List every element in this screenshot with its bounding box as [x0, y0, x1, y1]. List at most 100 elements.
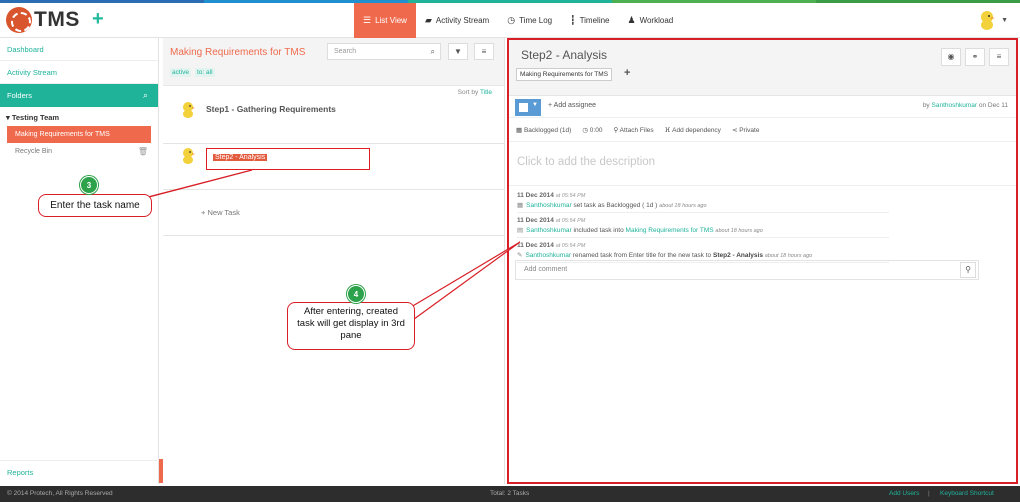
- filter-icon: ▼: [454, 47, 462, 56]
- activity-item: ▦ Santhoshkumar set task as Backlogged ( …: [517, 201, 889, 213]
- step-badge-3: 3: [80, 176, 98, 194]
- filter-to-all[interactable]: to: all: [194, 68, 215, 77]
- link-button[interactable]: ⚭: [965, 48, 985, 66]
- add-button[interactable]: +: [92, 9, 104, 29]
- folder-tag[interactable]: Making Requirements for TMS: [516, 68, 613, 81]
- sort-value[interactable]: Title: [480, 89, 492, 96]
- sidebar-item-activity-stream[interactable]: Activity Stream: [0, 61, 158, 84]
- task-title[interactable]: Step1 - Gathering Requirements: [206, 104, 336, 114]
- private-toggle[interactable]: ⋖ Private: [732, 126, 760, 134]
- plus-icon: +: [548, 102, 553, 109]
- private-label: Private: [739, 126, 760, 134]
- activity-folder-link[interactable]: Making Requirements for TMS: [626, 227, 714, 234]
- sidebar-folder-active[interactable]: Making Requirements for TMS: [7, 126, 151, 143]
- time-text: at 05:54 PM: [555, 218, 586, 224]
- recycle-label: Recycle Bin: [15, 148, 52, 155]
- new-task-row[interactable]: + New Task: [163, 190, 505, 236]
- comment-icon: ▰: [424, 15, 432, 25]
- status-badge[interactable]: ▦ Backlogged (1d): [516, 126, 571, 134]
- task-row[interactable]: Step1 - Gathering Requirements: [163, 96, 505, 144]
- paperclip-icon[interactable]: ⚲: [960, 262, 976, 278]
- dependency-label: Add dependency: [672, 126, 721, 134]
- time-tracker[interactable]: ◷ 0:00: [582, 126, 602, 134]
- task-name-input[interactable]: Step2 - Analysis: [206, 148, 370, 170]
- attach-label: Attach Files: [619, 126, 654, 134]
- user-menu[interactable]: ▼: [976, 9, 1008, 31]
- nav-activity-stream[interactable]: ▰ Activity Stream: [416, 3, 498, 38]
- filter-chips: active to: all: [170, 68, 215, 77]
- rss-button[interactable]: ◉: [941, 48, 961, 66]
- list-icon: ☰: [363, 15, 372, 25]
- add-users-link[interactable]: Add Users: [889, 490, 919, 497]
- nav-workload[interactable]: ♟ Workload: [619, 3, 683, 38]
- callout-step3: Enter the task name: [38, 194, 152, 217]
- task-list-panel: Making Requirements for TMS active to: a…: [163, 38, 505, 484]
- search-placeholder: Search: [334, 48, 357, 55]
- step-badge-4: 4: [347, 285, 365, 303]
- trash-icon[interactable]: 🗑: [138, 143, 148, 161]
- share-icon: ⋖: [731, 126, 738, 134]
- activity-text: renamed task from Enter title for the ne…: [572, 252, 712, 259]
- add-folder-icon[interactable]: +: [624, 67, 630, 79]
- menu-icon: ≡: [481, 47, 487, 56]
- header: TMS + ☰ List View ▰ Activity Stream ◷ Ti…: [0, 3, 1020, 38]
- nav-label: Timeline: [579, 16, 610, 25]
- search-input[interactable]: Search ⌕: [327, 43, 441, 60]
- app-logo[interactable]: TMS: [6, 7, 80, 33]
- task-list-header: Making Requirements for TMS active to: a…: [163, 38, 504, 86]
- assignee-row: ▼ + Add assignee by Santhoshkumar on Dec…: [509, 96, 1016, 118]
- description-field[interactable]: Click to add the description: [509, 142, 1016, 186]
- add-assignee-button[interactable]: + Add assignee: [548, 102, 596, 109]
- activity-text: set task as Backlogged ( 1d ): [573, 202, 658, 209]
- footer-separator: |: [928, 490, 930, 497]
- time-value: 0:00: [589, 126, 603, 134]
- activity-ago: about 18 hours ago: [715, 228, 763, 234]
- nav-time-log[interactable]: ◷ Time Log: [498, 3, 561, 38]
- time-text: at 05:54 PM: [555, 243, 586, 249]
- sidebar-item-recycle-bin[interactable]: Recycle Bin 🗑: [0, 143, 158, 161]
- folder-title: Making Requirements for TMS: [170, 47, 306, 58]
- keyboard-shortcut-link[interactable]: Keyboard Shortcut: [940, 490, 994, 497]
- task-total: Total: 2 Tasks: [490, 490, 530, 497]
- new-task-button[interactable]: + New Task: [201, 208, 240, 217]
- timeline-icon: ┇: [570, 15, 576, 25]
- date-text: 11 Dec 2014: [517, 217, 554, 224]
- filter-active[interactable]: active: [170, 68, 191, 77]
- nav-timeline[interactable]: ┇ Timeline: [561, 3, 618, 38]
- status-checkbox[interactable]: [519, 103, 528, 112]
- attach-files-button[interactable]: ⚲ Attach Files: [613, 126, 653, 134]
- activity-ago: about 18 hours ago: [764, 253, 813, 259]
- team-group[interactable]: ▾ Testing Team: [0, 107, 158, 126]
- menu-button[interactable]: ≡: [989, 48, 1009, 66]
- sidebar-item-reports[interactable]: Reports: [0, 460, 159, 484]
- activity-user[interactable]: Santhoshkumar: [526, 202, 572, 209]
- caret-down-icon: ▾: [6, 113, 10, 122]
- folders-header[interactable]: Folders ⌕: [0, 84, 158, 107]
- date-text: 11 Dec 2014: [517, 192, 554, 199]
- task-detail-panel: Step2 - Analysis Making Requirements for…: [507, 38, 1018, 484]
- date-text: 11 Dec 2014: [517, 242, 554, 249]
- activity-log: 11 Dec 2014 at 05:54 PM ▦ Santhoshkumar s…: [509, 186, 1016, 263]
- search-icon[interactable]: ⌕: [143, 84, 148, 107]
- status-dropdown[interactable]: ▼: [515, 99, 541, 116]
- filter-button[interactable]: ▼: [448, 43, 468, 60]
- nav-list-view[interactable]: ☰ List View: [354, 3, 416, 38]
- activity-user[interactable]: Santhoshkumar: [525, 252, 571, 259]
- sort-by: Sort by Title: [458, 89, 492, 96]
- menu-button[interactable]: ≡: [474, 43, 494, 60]
- team-label: Testing Team: [11, 113, 60, 122]
- task-row-editing[interactable]: Step2 - Analysis: [163, 144, 505, 190]
- add-dependency-button[interactable]: ⴼ Add dependency: [665, 126, 721, 134]
- copyright: © 2014 Protech, All Rights Reserved: [7, 490, 113, 497]
- sidebar-item-dashboard[interactable]: Dashboard: [0, 38, 158, 61]
- activity-user[interactable]: Santhoshkumar: [526, 227, 572, 234]
- chevron-down-icon: ▼: [1001, 16, 1008, 24]
- footer: © 2014 Protech, All Rights Reserved Tota…: [0, 486, 1020, 502]
- rss-icon: ◉: [947, 52, 955, 61]
- app-name: TMS: [34, 8, 80, 31]
- link-icon: ⚭: [971, 52, 979, 61]
- task-detail-title[interactable]: Step2 - Analysis: [521, 48, 607, 62]
- creator-link[interactable]: Santhoshkumar: [932, 102, 978, 109]
- time-text: at 05:54 PM: [555, 193, 586, 199]
- comment-input[interactable]: Add comment ⚲: [515, 260, 979, 280]
